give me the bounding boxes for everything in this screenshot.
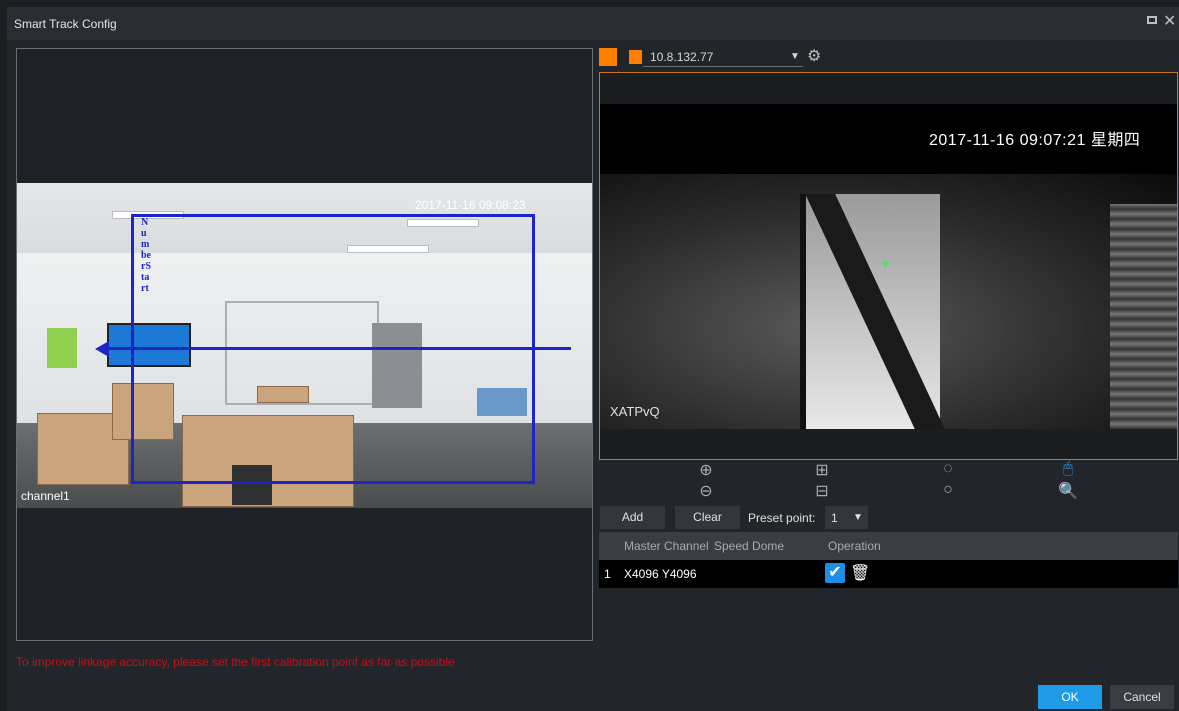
- focus-near-icon[interactable]: ⊞: [811, 460, 833, 480]
- iris-open-icon[interactable]: ◌: [937, 460, 959, 478]
- zoom-out-icon[interactable]: ⊖: [695, 481, 717, 501]
- preset-point-value: 1: [831, 511, 838, 525]
- row-index: 1: [604, 567, 611, 581]
- search-icon[interactable]: 🔍: [1057, 481, 1079, 501]
- speed-dome-watermark: XATPvQ: [610, 404, 660, 419]
- dialog-title: Smart Track Config: [14, 17, 117, 31]
- focus-far-icon[interactable]: ⊟: [811, 481, 833, 501]
- video-vent: [1110, 204, 1177, 429]
- crosshair-icon: +: [881, 256, 891, 273]
- trash-icon[interactable]: 🗑: [850, 563, 870, 583]
- track-region-label: NumberStart: [141, 217, 151, 294]
- mouse-icon[interactable]: 🖱: [1057, 460, 1079, 478]
- speed-dome-timestamp: 2017-11-16 09:07:21 星期四: [929, 132, 1141, 149]
- chevron-down-icon[interactable]: ▼: [853, 512, 863, 523]
- cancel-button[interactable]: Cancel: [1110, 685, 1174, 709]
- column-operation: Operation: [828, 539, 881, 553]
- close-icon[interactable]: ✕: [1163, 11, 1176, 31]
- iris-close-icon[interactable]: ○: [937, 481, 959, 499]
- row-master-channel: X4096 Y4096: [624, 567, 697, 581]
- clear-button[interactable]: Clear: [675, 506, 740, 529]
- door-frame: [800, 194, 806, 429]
- green-chair: [47, 328, 77, 368]
- zoom-in-icon[interactable]: ⊕: [695, 460, 717, 480]
- preset-point-label: Preset point:: [748, 511, 816, 525]
- add-button[interactable]: Add: [600, 506, 665, 529]
- master-video-timestamp: 2017-11-16 09:08:23: [415, 198, 526, 212]
- camera-ip-value: 10.8.132.77: [650, 50, 714, 64]
- check-icon[interactable]: ✔: [825, 563, 845, 583]
- track-direction-arrowhead: [95, 341, 109, 357]
- chevron-down-icon[interactable]: ▼: [790, 51, 800, 62]
- title-strip: [7, 7, 1179, 40]
- calibration-hint: To improve linkage accuracy, please set …: [16, 655, 455, 669]
- camera-color-swatch[interactable]: [599, 48, 617, 66]
- column-speed-dome: Speed Dome: [714, 539, 785, 553]
- ok-button[interactable]: OK: [1038, 685, 1102, 709]
- gear-icon[interactable]: ⚙: [807, 46, 821, 66]
- maximize-icon[interactable]: [1147, 16, 1157, 24]
- column-master-channel: Master Channel: [624, 539, 709, 553]
- master-video-channel-label: channel1: [21, 489, 70, 503]
- track-direction-line[interactable]: [104, 347, 571, 350]
- camera-status-indicator: [629, 50, 642, 64]
